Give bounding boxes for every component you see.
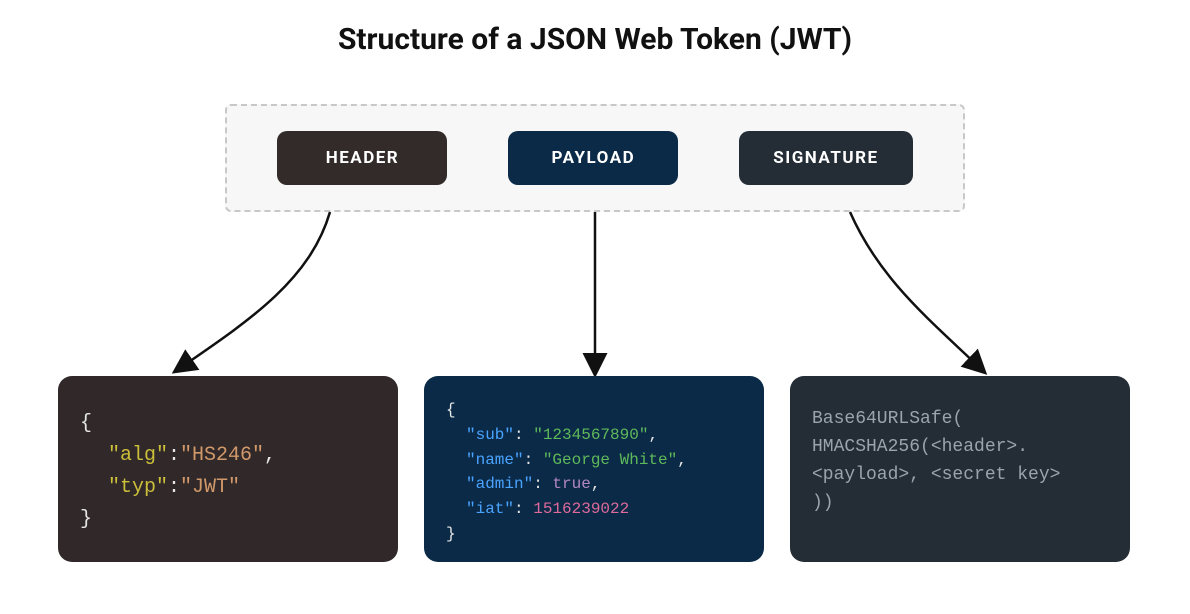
typ-value: "JWT" xyxy=(180,476,240,499)
name-value: "George White" xyxy=(543,451,677,469)
payload-code-panel: { "sub": "1234567890", "name": "George W… xyxy=(424,376,764,562)
payload-pill: PAYLOAD xyxy=(508,131,678,185)
jwt-parts-container: HEADER PAYLOAD SIGNATURE xyxy=(225,104,965,212)
header-code-panel: { "alg":"HS246", "typ":"JWT" } xyxy=(58,376,398,562)
iat-value: 1516239022 xyxy=(533,500,629,518)
sig-line-1: Base64URLSafe( xyxy=(812,409,963,429)
iat-key: "iat" xyxy=(466,500,514,518)
header-pill: HEADER xyxy=(277,131,447,185)
diagram-title: Structure of a JSON Web Token (JWT) xyxy=(0,22,1190,57)
name-key: "name" xyxy=(466,451,524,469)
brace-close: } xyxy=(446,525,456,543)
sig-line-2: HMACSHA256(<header>. xyxy=(812,437,1028,457)
sig-line-4: )) xyxy=(812,493,834,513)
alg-key: "alg" xyxy=(108,444,168,467)
brace-close: } xyxy=(80,508,92,531)
admin-key: "admin" xyxy=(466,475,533,493)
sig-line-3: <payload>, <secret key> xyxy=(812,465,1060,485)
brace-open: { xyxy=(446,401,456,419)
arrows-icon xyxy=(50,200,1140,380)
alg-value: "HS246" xyxy=(180,444,264,467)
admin-value: true xyxy=(552,475,590,493)
sub-key: "sub" xyxy=(466,426,514,444)
brace-open: { xyxy=(80,412,92,435)
signature-pill: SIGNATURE xyxy=(739,131,912,185)
typ-key: "typ" xyxy=(108,476,168,499)
signature-code-panel: Base64URLSafe( HMACSHA256(<header>. <pay… xyxy=(790,376,1130,562)
sub-value: "1234567890" xyxy=(533,426,648,444)
